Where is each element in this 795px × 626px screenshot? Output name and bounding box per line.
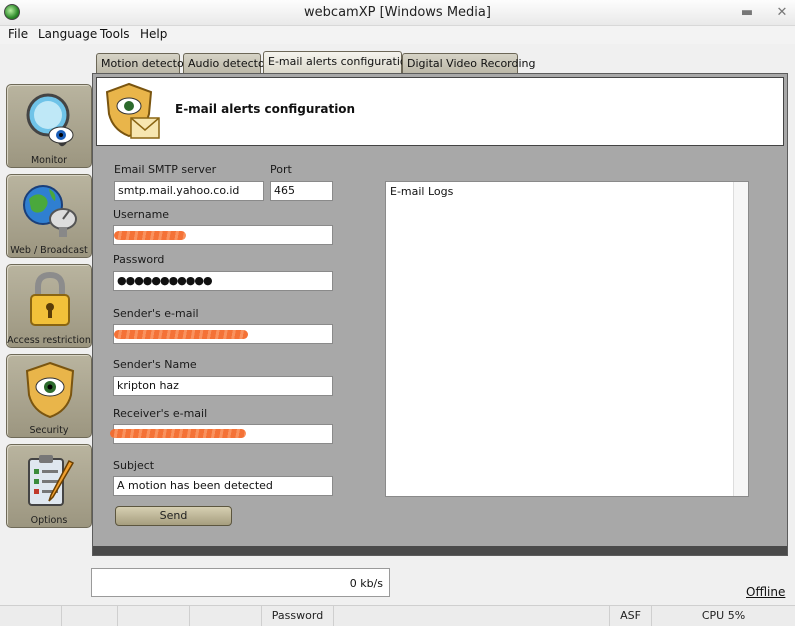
sidebar-item-label: Security	[29, 425, 69, 436]
sender-name-input[interactable]: kripton haz	[113, 376, 333, 396]
menu-help[interactable]: Help	[140, 27, 167, 41]
globe-satellite-icon	[23, 185, 77, 237]
status-password: Password	[262, 606, 334, 626]
bandwidth-display: 0 kb/s	[91, 568, 390, 597]
sidebar-item-options[interactable]: Options	[6, 444, 92, 528]
tab-audio-detector[interactable]: Audio detector	[183, 53, 269, 73]
logs-scrollbar[interactable]	[733, 182, 748, 496]
status-format: ASF	[610, 606, 652, 626]
bandwidth-value: 0 kb/s	[349, 577, 383, 590]
magnifier-eye-icon	[26, 93, 74, 147]
subject-label: Subject	[113, 459, 155, 472]
offline-link[interactable]: Offline	[746, 585, 785, 599]
status-cpu: CPU 5%	[701, 609, 746, 622]
redaction-mark	[114, 231, 186, 240]
port-label: Port	[270, 163, 292, 176]
status-cell	[118, 606, 190, 626]
username-label: Username	[113, 208, 170, 221]
smtp-server-input[interactable]: smtp.mail.yahoo.co.id	[114, 181, 264, 201]
receiver-email-input[interactable]	[110, 424, 333, 444]
clipboard-pencil-icon	[28, 455, 75, 506]
email-logs-box[interactable]: E-mail Logs	[385, 181, 749, 497]
tab-digital-video-recording[interactable]: Digital Video Recording	[402, 53, 536, 73]
menu-file[interactable]: File	[8, 27, 28, 41]
port-input[interactable]: 465	[270, 181, 333, 201]
sidebar-item-label: Options	[30, 515, 68, 526]
panel-title: E-mail alerts configuration	[175, 102, 356, 116]
sidebar-item-label: Monitor	[30, 155, 68, 166]
password-input[interactable]: ●●●●●●●●●●●	[113, 271, 333, 291]
subject-input[interactable]: A motion has been detected	[113, 476, 333, 496]
shield-envelope-icon	[105, 82, 160, 139]
redaction-mark	[110, 429, 246, 438]
menu-bar: File Language Tools Help	[0, 26, 795, 44]
menu-tools[interactable]: Tools	[100, 27, 130, 41]
tab-motion-detector[interactable]: Motion detector	[96, 53, 188, 73]
sender-email-label: Sender's e-mail	[113, 307, 199, 320]
window-title: webcamXP [Windows Media]	[304, 5, 491, 20]
redaction-mark	[114, 330, 248, 339]
sender-email-input[interactable]	[113, 324, 333, 344]
title-bar: webcamXP [Windows Media] ▬ ✕	[0, 0, 795, 26]
status-cell	[0, 606, 62, 626]
tab-email-alerts[interactable]: E-mail alerts configuration	[263, 51, 414, 73]
minimize-icon[interactable]: ▬	[739, 5, 755, 21]
email-logs-label: E-mail Logs	[390, 185, 454, 198]
sender-name-label: Sender's Name	[113, 358, 197, 371]
sidebar-item-monitor[interactable]: Monitor	[6, 84, 92, 168]
username-input[interactable]	[113, 225, 333, 245]
panel-footer-bar	[93, 546, 787, 555]
sidebar-item-label: Access restriction	[7, 335, 91, 346]
sidebar-item-security[interactable]: Security	[6, 354, 92, 438]
padlock-icon	[30, 271, 70, 326]
sidebar-item-label: Web / Broadcast	[10, 245, 88, 256]
close-icon[interactable]: ✕	[774, 5, 790, 21]
password-label: Password	[113, 253, 165, 266]
status-cell	[334, 606, 610, 626]
sidebar-item-access-restriction[interactable]: Access restriction	[6, 264, 92, 348]
smtp-label: Email SMTP server	[114, 163, 217, 176]
shield-eye-icon	[25, 361, 75, 419]
status-cell	[190, 606, 262, 626]
status-bar: Password ASF CPU 5%	[0, 605, 795, 626]
send-button[interactable]: Send	[115, 506, 232, 526]
status-cell	[62, 606, 118, 626]
sidebar-item-web-broadcast[interactable]: Web / Broadcast	[6, 174, 92, 258]
panel-header: E-mail alerts configuration	[96, 77, 784, 146]
menu-language[interactable]: Language	[38, 27, 97, 41]
receiver-email-label: Receiver's e-mail	[113, 407, 208, 420]
email-alerts-panel: E-mail alerts configuration Email SMTP s…	[92, 73, 788, 556]
